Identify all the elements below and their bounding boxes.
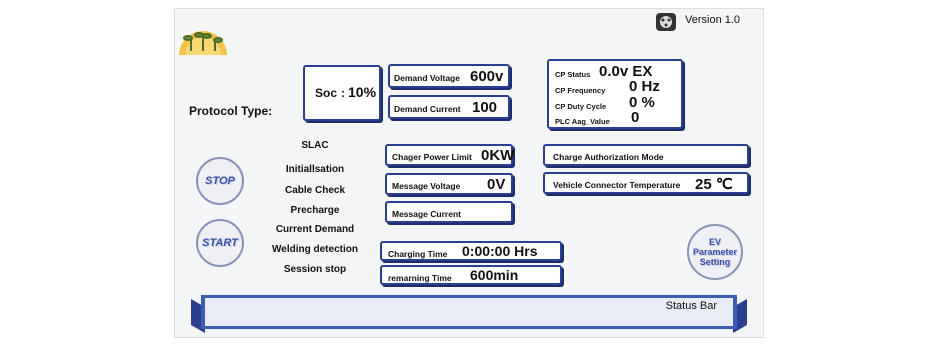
message-voltage-field: Message Voltage 0V [385, 173, 513, 195]
remaining-time-field: remarning Time 600min [380, 265, 562, 285]
ev-parameter-setting-button[interactable]: EV Parameter Setting [687, 224, 743, 280]
stop-button[interactable]: STOP [196, 157, 244, 205]
version-label: Version 1.0 [685, 14, 741, 26]
vehicle-connector-temperature-value: 25 ℃ [695, 176, 733, 193]
ev-param-line1: EV [708, 237, 721, 247]
soc-label: Soc [315, 86, 338, 100]
step-precharge: Precharge [290, 205, 340, 216]
charger-power-limit-field: Chager Power Limit 0KW [385, 144, 515, 166]
remaining-time-label: remarning Time [388, 273, 452, 283]
demand-current-label: Demand Current [394, 104, 461, 114]
ev-param-line2: Parameter [692, 247, 738, 257]
start-button[interactable]: START [196, 219, 244, 267]
soc-box: Soc : 10% [303, 65, 381, 121]
charging-time-field: Charging Time 0:00:00 Hrs [380, 241, 562, 261]
remaining-time-value: 600min [470, 267, 519, 283]
demand-current-box: Demand Current 100 [388, 95, 510, 119]
ev-param-line3: Setting [699, 257, 731, 267]
plc-value-label: PLC Aag_Value [555, 117, 610, 126]
cp-duty-label: CP Duty Cycle [555, 102, 607, 111]
step-slac: SLAC [301, 140, 329, 151]
demand-current-value: 100 [472, 99, 498, 116]
stop-button-label: STOP [205, 175, 235, 187]
charge-authorization-mode-field: Charge Authorization Mode [543, 144, 749, 166]
status-bar-label: Status Bar [665, 300, 717, 312]
cp-frequency-label: CP Frequency [555, 86, 606, 95]
cp-frequency-value: 0 Hz [629, 78, 660, 95]
start-button-label: START [202, 237, 238, 249]
charge-authorization-mode-label: Charge Authorization Mode [553, 152, 664, 162]
plc-value: 0 [631, 109, 640, 126]
cp-status-label: CP Status [555, 70, 591, 79]
message-voltage-value: 0V [487, 176, 506, 193]
message-current-label: Message Current [392, 209, 461, 219]
ev-connector-icon [655, 12, 677, 32]
soc-value: 10% [348, 84, 377, 100]
step-current-demand: Current Demand [275, 224, 355, 235]
status-bar: Status Bar [191, 295, 747, 333]
demand-voltage-value: 600v [470, 68, 504, 85]
soc-separator: : [341, 86, 345, 100]
hmi-screen: Version 1.0 Protocol Type: Soc : 10% Dem… [174, 8, 764, 338]
cp-info-box: CP Status 0.0v EX CP Frequency 0 Hz CP D… [547, 59, 683, 129]
demand-voltage-box: Demand Voltage 600v [388, 64, 510, 88]
step-cable-check: Cable Check [284, 185, 346, 196]
charger-power-limit-value: 0KW [481, 147, 515, 164]
demand-voltage-label: Demand Voltage [394, 73, 460, 83]
message-voltage-label: Message Voltage [392, 181, 461, 191]
vehicle-connector-temperature-label: Vehicle Connector Temperature [553, 180, 681, 190]
plant-sunrise-logo-icon [177, 11, 229, 55]
message-current-field: Message Current [385, 201, 513, 223]
step-welding-detection: Welding detection [272, 244, 358, 255]
charging-time-label: Charging Time [388, 249, 448, 259]
charger-power-limit-label: Chager Power Limit [392, 152, 472, 162]
vehicle-connector-temperature-field: Vehicle Connector Temperature 25 ℃ [543, 172, 749, 194]
step-session-stop: Session stop [283, 264, 347, 275]
protocol-type-label: Protocol Type: [189, 104, 273, 118]
step-initialisation: Initiallsation [285, 164, 345, 175]
charging-time-value: 0:00:00 Hrs [462, 243, 538, 259]
